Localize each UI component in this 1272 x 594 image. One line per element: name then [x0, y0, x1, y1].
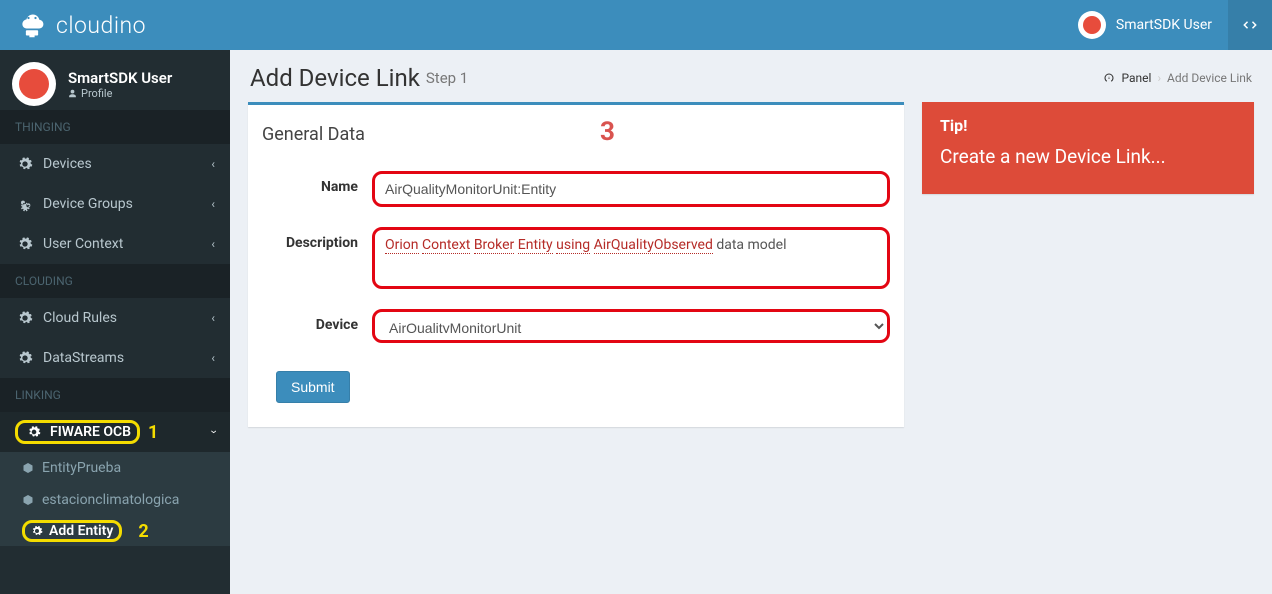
submit-button[interactable]: Submit [276, 371, 350, 403]
name-label: Name [262, 171, 372, 195]
gears-icon [24, 425, 44, 439]
annotation-3: 3 [600, 117, 615, 147]
annotation-2: 2 [138, 521, 148, 542]
sidebar-submenu-fiware: EntityPrueba estacionclimatologica Add E… [0, 452, 230, 546]
sidebar: SmartSDK User Profile THINGING Devices ‹… [0, 50, 230, 594]
panel-title: General Data [262, 124, 365, 145]
gears-icon [15, 156, 35, 172]
chevron-down-icon: ‹ [206, 430, 220, 434]
tip-text: Create a new Device Link... [940, 145, 1236, 168]
breadcrumb-current: Add Device Link [1167, 71, 1252, 85]
description-input[interactable]: Orion Context Broker Entity using AirQua… [372, 227, 890, 289]
sidebar-subitem-entityprueba[interactable]: EntityPrueba [0, 452, 230, 484]
tip-box: Tip! Create a new Device Link... [922, 102, 1254, 194]
gears-icon [15, 196, 35, 212]
sidebar-header-linking: LINKING [0, 378, 230, 412]
sidebar-user-profile[interactable]: Profile [68, 87, 172, 100]
brand-text: cloudino [56, 12, 146, 39]
sidebar-item-user-context[interactable]: User Context ‹ [0, 224, 230, 264]
sidebar-user-name: SmartSDK User [68, 69, 172, 87]
code-icon [1241, 16, 1259, 34]
sidebar-item-device-groups[interactable]: Device Groups ‹ [0, 184, 230, 224]
sidebar-subitem-add-entity[interactable]: Add Entity 2 [0, 516, 230, 546]
brand[interactable]: cloudino [0, 0, 230, 50]
code-toggle-button[interactable] [1228, 0, 1272, 50]
description-label: Description [262, 227, 372, 251]
gear-icon [31, 525, 43, 537]
content-header: Add Device Link Step 1 Panel › Add Devic… [230, 50, 1272, 102]
breadcrumb: Panel › Add Device Link [1103, 71, 1252, 85]
user-icon [68, 89, 77, 98]
sidebar-header-thinging: THINGING [0, 110, 230, 144]
sidebar-subitem-estacion[interactable]: estacionclimatologica [0, 484, 230, 516]
cube-icon [22, 494, 34, 506]
breadcrumb-panel[interactable]: Panel [1121, 71, 1151, 85]
gears-icon [15, 310, 35, 326]
chevron-left-icon: ‹ [211, 157, 215, 171]
gears-icon [15, 236, 35, 252]
chevron-left-icon: ‹ [211, 237, 215, 251]
chevron-left-icon: ‹ [211, 311, 215, 325]
sidebar-header-clouding: CLOUDING [0, 264, 230, 298]
annotation-1: 1 [148, 422, 158, 443]
topbar: cloudino SmartSDK User [0, 0, 1272, 50]
name-input[interactable] [372, 171, 890, 207]
page-title: Add Device Link [250, 64, 420, 92]
chevron-left-icon: ‹ [211, 197, 215, 211]
chevron-left-icon: ‹ [211, 351, 215, 365]
sidebar-item-devices[interactable]: Devices ‹ [0, 144, 230, 184]
form-panel: General Data 3 Name Description Orion Co… [248, 102, 904, 427]
tip-title: Tip! [940, 116, 1236, 135]
topbar-user-name: SmartSDK User [1116, 17, 1212, 33]
device-label: Device [262, 309, 372, 333]
page-step: Step 1 [426, 69, 468, 87]
gears-icon [15, 350, 35, 366]
device-select[interactable]: AirQualityMonitorUnit [372, 309, 890, 343]
content: Add Device Link Step 1 Panel › Add Devic… [230, 50, 1272, 594]
dashboard-icon [1103, 72, 1115, 84]
avatar-icon [1078, 11, 1106, 39]
sidebar-item-fiware-ocb[interactable]: FIWARE OCB 1 ‹ [0, 412, 230, 452]
user-panel[interactable]: SmartSDK User Profile [0, 50, 230, 110]
avatar-icon [12, 62, 56, 106]
sidebar-item-cloud-rules[interactable]: Cloud Rules ‹ [0, 298, 230, 338]
sidebar-item-datastreams[interactable]: DataStreams ‹ [0, 338, 230, 378]
topbar-user[interactable]: SmartSDK User [1062, 0, 1228, 50]
brand-logo-icon [18, 11, 46, 39]
cube-icon [22, 462, 34, 474]
